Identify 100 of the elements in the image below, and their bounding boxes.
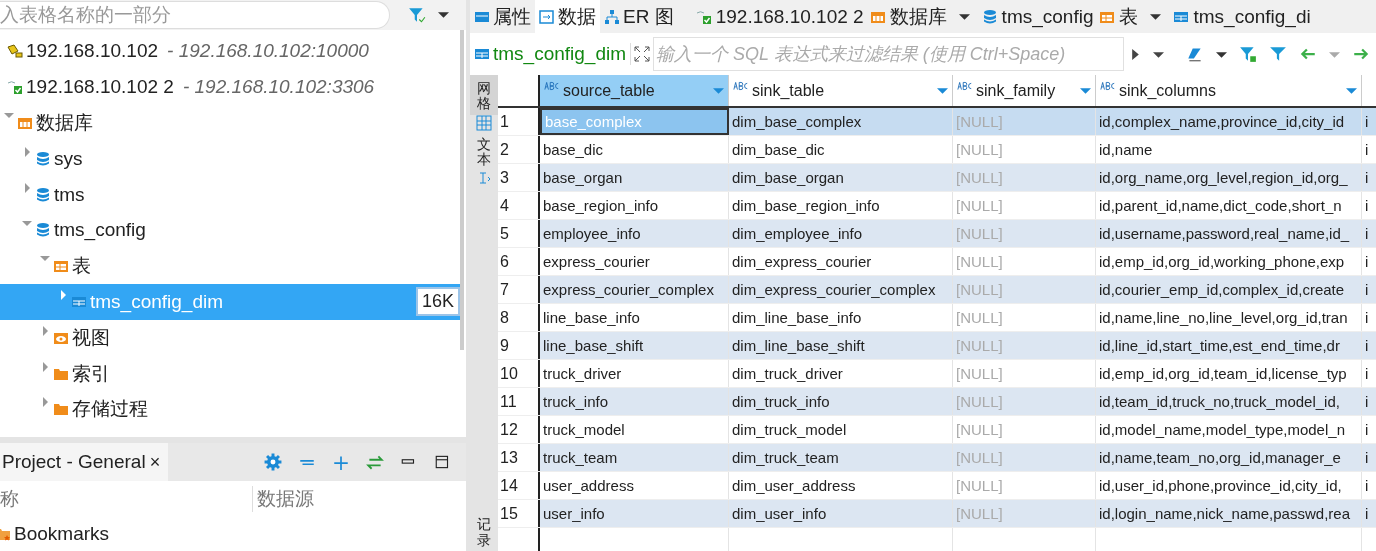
table-cell: i: [1362, 332, 1376, 359]
table-cell: [NULL]: [953, 500, 1096, 527]
table-cell: id,username,password,real_name,id_: [1096, 220, 1362, 247]
view-tab[interactable]: 文本: [470, 130, 498, 171]
row-number[interactable]: 1: [498, 108, 540, 135]
row-number[interactable]: 15: [498, 500, 540, 527]
table-cell: id,team_id,truck_no,truck_model_id,: [1096, 388, 1362, 415]
table-cell: i: [1362, 136, 1376, 163]
column-header[interactable]: sink_table: [729, 75, 953, 106]
table-name-label: tms_config_dim: [470, 43, 632, 65]
table-cell: [NULL]: [953, 108, 1096, 135]
table-cell: [NULL]: [953, 388, 1096, 415]
table-cell: id,login_name,nick_name,passwd,rea: [1096, 500, 1362, 527]
table-cell: i: [1362, 220, 1376, 247]
table-cell: user_info: [540, 500, 729, 527]
tree-label: 存储过程: [72, 397, 148, 422]
column-header[interactable]: 称: [0, 486, 252, 512]
table-cell: [NULL]: [953, 192, 1096, 219]
table-cell: dim_employee_info: [729, 220, 953, 247]
table-cell: express_courier_complex: [540, 276, 729, 303]
row-number[interactable]: 10: [498, 360, 540, 387]
row-number[interactable]: 12: [498, 416, 540, 443]
table-cell: id,emp_id,org_id,working_phone,exp: [1096, 248, 1362, 275]
tree-item[interactable]: tms_config_dim 16K: [0, 284, 460, 320]
search-field[interactable]: 入表格名称的一部分: [0, 0, 390, 29]
table-cell: i: [1362, 164, 1376, 191]
table-cell: id,parent_id,name,dict_code,short_n: [1096, 192, 1362, 219]
table-cell: employee_info: [540, 220, 729, 247]
view-tab[interactable]: 网格: [470, 75, 498, 115]
tree-label: 索引: [72, 361, 110, 386]
table-cell: i: [1362, 388, 1376, 415]
row-number[interactable]: 11: [498, 388, 540, 415]
row-number[interactable]: 2: [498, 136, 540, 163]
breadcrumb-item[interactable]: 192.168.10.102 2: [695, 5, 864, 28]
table-cell: truck_model: [540, 416, 729, 443]
table-cell: dim_line_base_shift: [729, 332, 953, 359]
breadcrumb-item[interactable]: 数据库: [869, 3, 947, 30]
table-cell: id,user_id,phone,province_id,city_id,: [1096, 472, 1362, 499]
row-number[interactable]: 13: [498, 444, 540, 471]
tree-item[interactable]: 数据库: [0, 105, 460, 141]
table-cell: i: [1362, 108, 1376, 135]
view-tab[interactable]: 记录: [470, 511, 498, 551]
tree-item[interactable]: 视图: [0, 319, 460, 356]
table-cell: i: [1362, 304, 1376, 331]
editor-tab[interactable]: ER 图: [600, 0, 678, 33]
tree-label: sys: [54, 147, 83, 170]
column-header[interactable]: sink_columns: [1096, 75, 1362, 106]
tree-item[interactable]: 存储过程: [0, 391, 460, 428]
tree-item[interactable]: tms: [0, 176, 460, 213]
table-cell: truck_info: [540, 388, 729, 415]
tree-item[interactable]: sys: [0, 140, 460, 177]
breadcrumb-item[interactable]: tms_config_di: [1173, 5, 1311, 28]
row-number[interactable]: 5: [498, 220, 540, 247]
connection-address: - 192.168.10.102:10000: [167, 40, 369, 63]
table-cell: [NULL]: [953, 248, 1096, 275]
table-cell: [NULL]: [953, 136, 1096, 163]
tree-item[interactable]: tms_config: [0, 212, 460, 249]
project-item[interactable]: Bookmarks: [14, 523, 110, 545]
row-number[interactable]: 7: [498, 276, 540, 303]
row-number[interactable]: 9: [498, 332, 540, 359]
table-cell: [NULL]: [953, 472, 1096, 499]
table-cell: base_dic: [540, 136, 729, 163]
table-cell: [NULL]: [953, 444, 1096, 471]
tree-item[interactable]: 索引: [0, 355, 460, 392]
table-cell: [NULL]: [953, 304, 1096, 331]
row-number[interactable]: 14: [498, 472, 540, 499]
close-button[interactable]: ×: [145, 443, 169, 481]
row-number[interactable]: 3: [498, 164, 540, 191]
table-cell: i: [1362, 192, 1376, 219]
tree-item[interactable]: 192.168.10.102 2 - 192.168.10.102:3306: [0, 69, 460, 106]
table-cell: dim_truck_driver: [729, 360, 953, 387]
row-number[interactable]: 8: [498, 304, 540, 331]
table-cell: line_base_shift: [540, 332, 729, 359]
table-cell: dim_line_base_info: [729, 304, 953, 331]
column-header[interactable]: 数据源: [252, 486, 314, 512]
row-number[interactable]: 4: [498, 192, 540, 219]
editor-tab[interactable]: 数据: [535, 0, 600, 33]
table-cell: user_address: [540, 472, 729, 499]
table-cell: express_courier: [540, 248, 729, 275]
table-cell: i: [1362, 248, 1376, 275]
breadcrumb-item[interactable]: 表: [1099, 3, 1139, 30]
filter-field[interactable]: 输入一个 SQL 表达式来过滤结果 (使用 Ctrl+Space): [653, 37, 1124, 71]
table-cell: dim_base_region_info: [729, 192, 953, 219]
editor-tab[interactable]: 属性: [470, 0, 535, 33]
breadcrumb-item[interactable]: tms_config: [981, 5, 1094, 28]
tree-item[interactable]: 表: [0, 248, 460, 285]
connection-address: - 192.168.10.102:3306: [182, 76, 375, 99]
tree-item[interactable]: 192.168.10.102 - 192.168.10.102:10000: [0, 33, 460, 70]
column-header[interactable]: source_table: [540, 75, 729, 106]
tree-label: 192.168.10.102 2: [26, 76, 174, 99]
row-number[interactable]: 6: [498, 248, 540, 275]
table-cell: dim_express_courier_complex: [729, 276, 953, 303]
panel-tab[interactable]: Project - General: [0, 443, 146, 481]
table-cell: truck_team: [540, 444, 729, 471]
column-header[interactable]: sink_family: [953, 75, 1096, 106]
table-cell: id,name,team_no,org_id,manager_e: [1096, 444, 1362, 471]
table-cell: i: [1362, 360, 1376, 387]
table-cell: [NULL]: [953, 164, 1096, 191]
table-cell: id,org_name,org_level,region_id,org_: [1096, 164, 1362, 191]
tree-label: 数据库: [36, 111, 93, 135]
